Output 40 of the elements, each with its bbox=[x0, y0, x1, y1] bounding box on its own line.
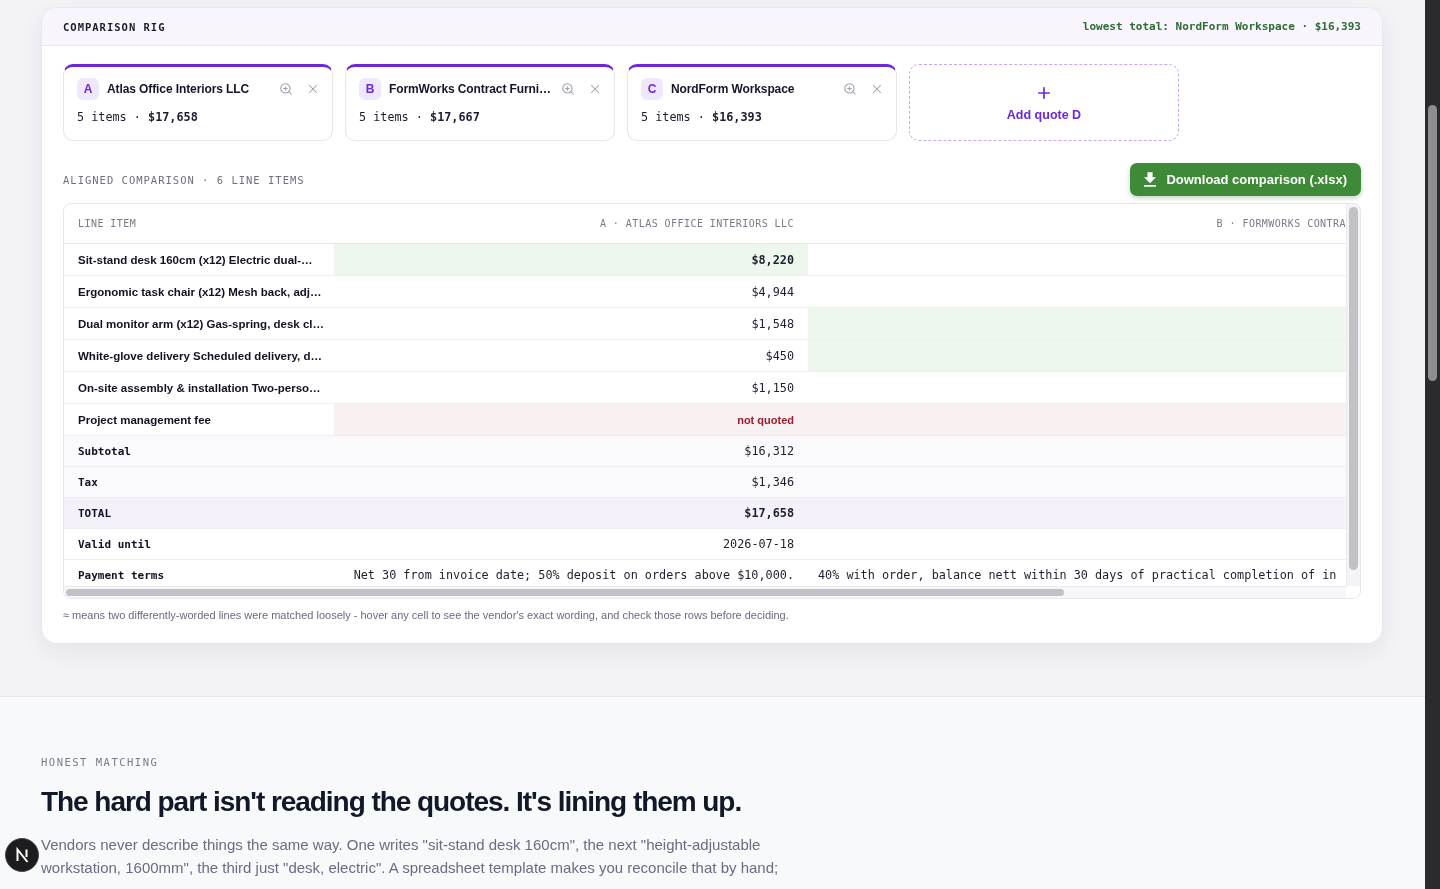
quote-summary: 5 items · $17,658 bbox=[77, 109, 198, 125]
quote-summary: 5 items · $17,667 bbox=[359, 109, 480, 125]
quote-letter-badge: B bbox=[359, 78, 381, 100]
zoom-in-icon[interactable] bbox=[843, 82, 857, 96]
vendor-name: Atlas Office Interiors LLC bbox=[107, 82, 250, 96]
quote-summary: 5 items · $16,393 bbox=[641, 109, 762, 125]
row-label: TOTAL bbox=[64, 498, 334, 528]
close-icon[interactable] bbox=[588, 82, 602, 96]
quote-letter-badge: C bbox=[641, 78, 663, 100]
scrollbar-thumb[interactable] bbox=[1349, 207, 1358, 570]
table-cell: $17,658 bbox=[334, 498, 808, 528]
panel-title: COMPARISON RIG bbox=[63, 20, 166, 33]
table-cell: $1,346 bbox=[334, 467, 808, 497]
section-paragraph: Vendors never describe things the same way. One writes "sit-stand desk 160cm", the next "height-adjustable workstation, 1600mm", the third just "desk, electric". A spreadsheet template makes you reconcile that by hand; bbox=[41, 835, 780, 878]
table-cell: not quoted bbox=[334, 404, 808, 435]
column-header: LINE ITEM bbox=[78, 218, 137, 229]
row-label: Subtotal bbox=[64, 436, 334, 466]
section-label: ALIGNED COMPARISON · 6 LINE ITEMS bbox=[63, 173, 305, 186]
lowest-total-summary: lowest total: NordForm Workspace · $16,393 bbox=[1082, 20, 1361, 33]
table-cell: $16,312 bbox=[334, 436, 808, 466]
zoom-in-icon[interactable] bbox=[279, 82, 293, 96]
close-icon[interactable] bbox=[306, 82, 320, 96]
vendor-name: NordForm Workspace bbox=[671, 82, 795, 96]
row-label: Tax bbox=[64, 467, 334, 497]
add-quote-button[interactable]: Add quote D bbox=[909, 64, 1179, 141]
table-cell: $8,220 bbox=[334, 244, 808, 275]
column-header: B · FORMWORKS CONTRA bbox=[1216, 218, 1346, 229]
column-header: A · ATLAS OFFICE INTERIORS LLC bbox=[599, 218, 794, 229]
close-icon[interactable] bbox=[870, 82, 884, 96]
footnote: ≈ means two differently-worded lines were matched loosely - hover any cell to see the vendor's exact wording, and check those rows before deciding. bbox=[63, 608, 789, 623]
download-button[interactable]: Download comparison (.xlsx) bbox=[1130, 163, 1361, 196]
zoom-in-icon[interactable] bbox=[561, 82, 575, 96]
download-icon bbox=[1144, 172, 1157, 187]
section-heading: The hard part isn't reading the quotes. It's lining them up. bbox=[41, 785, 742, 819]
vendor-name: FormWorks Contract Furni… bbox=[389, 82, 551, 96]
logo-icon[interactable] bbox=[5, 838, 39, 872]
scrollbar-thumb[interactable] bbox=[1428, 105, 1437, 381]
quote-letter-badge: A bbox=[77, 78, 99, 100]
section-eyebrow: HONEST MATCHING bbox=[41, 755, 159, 769]
scrollbar-thumb[interactable] bbox=[66, 589, 1064, 596]
